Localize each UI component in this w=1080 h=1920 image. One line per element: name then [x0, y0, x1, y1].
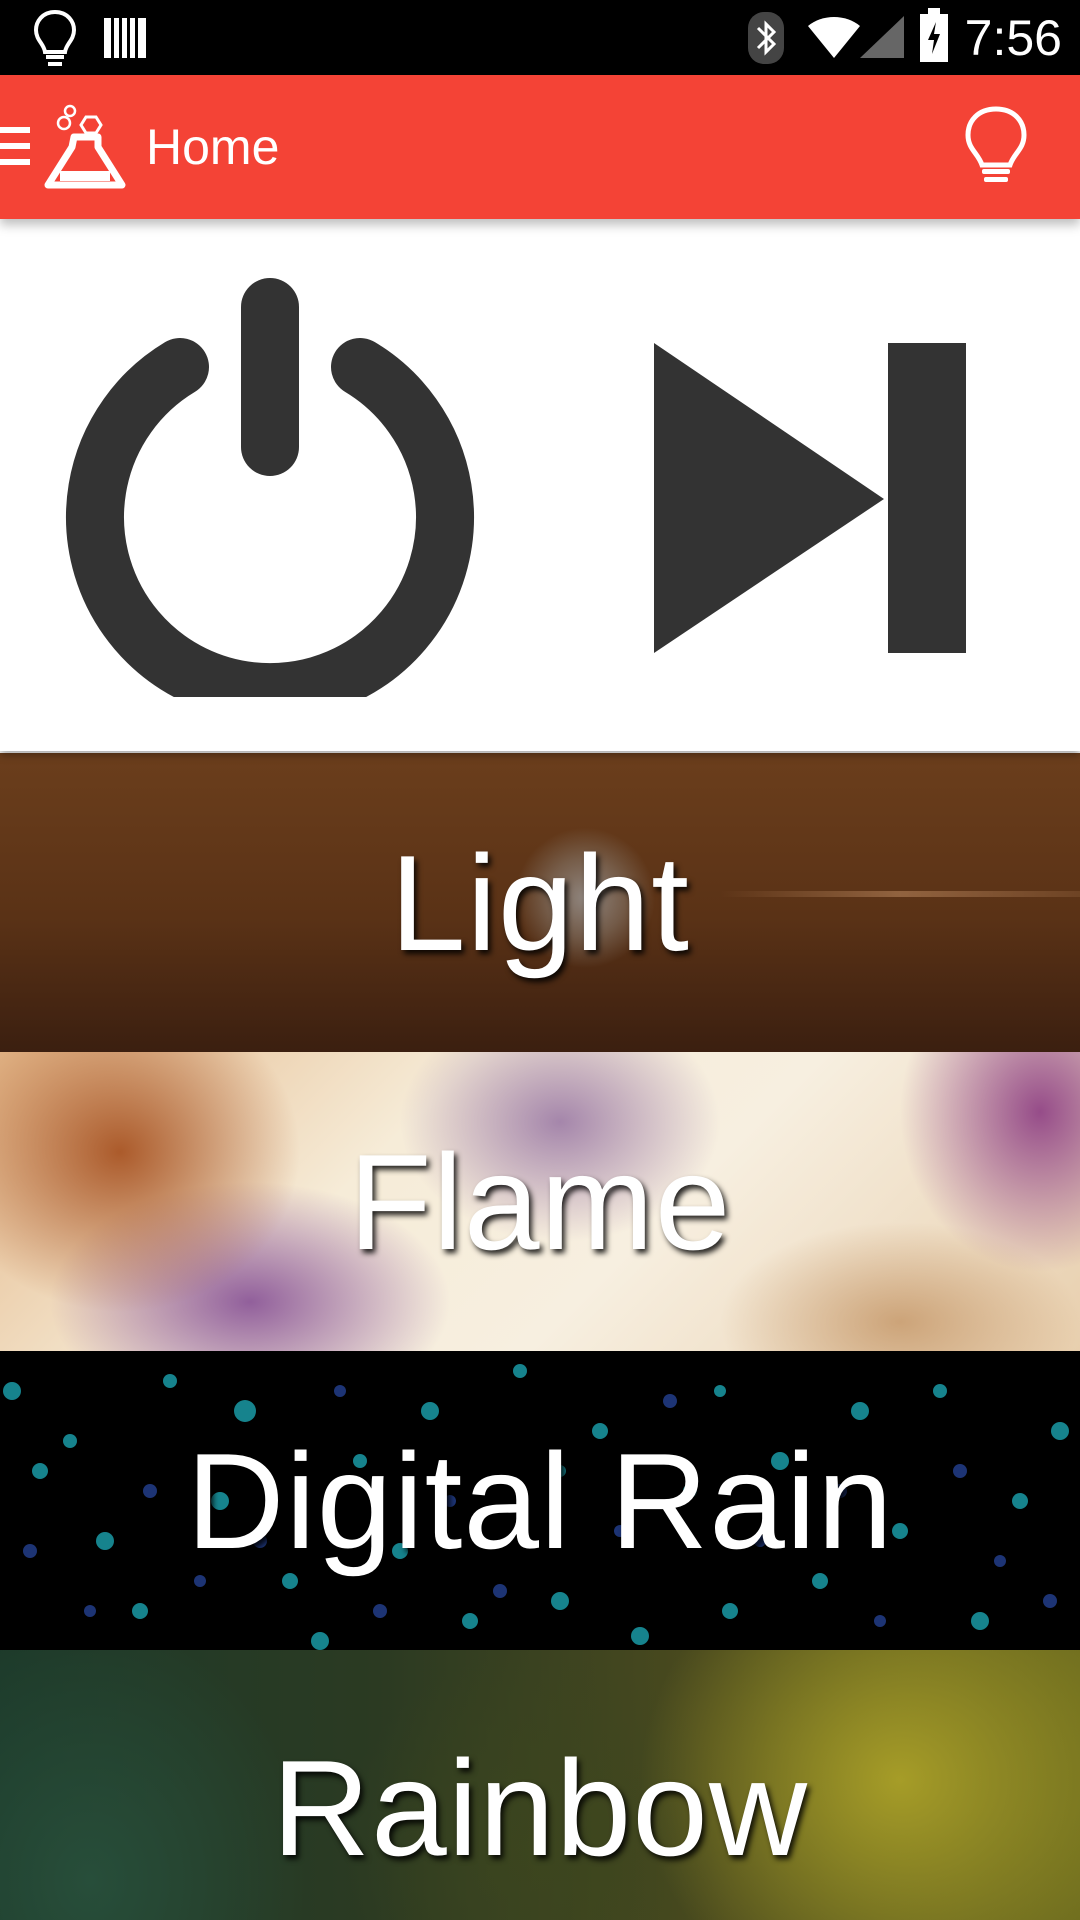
battery-icon [920, 8, 948, 62]
mode-label: Rainbow [271, 1732, 809, 1884]
status-bar: 7:56 [0, 0, 1080, 75]
mode-tile-digital-rain[interactable]: Digital Rain [0, 1351, 1080, 1650]
skip-next-icon[interactable] [650, 339, 970, 659]
power-icon[interactable] [60, 277, 480, 697]
app-bar: Home [0, 75, 1080, 219]
page-title: Home [146, 119, 280, 175]
wifi-icon [808, 17, 860, 58]
signal-icon [860, 16, 904, 58]
mode-tile-flame[interactable]: Flame [0, 1052, 1080, 1351]
barcode-icon [104, 18, 146, 58]
menu-icon[interactable] [0, 115, 34, 179]
status-time: 7:56 [964, 10, 1062, 66]
mode-tile-light[interactable]: Light [0, 753, 1080, 1052]
mode-label: Digital Rain [186, 1424, 894, 1577]
mode-label: Light [390, 826, 690, 979]
bluetooth-icon [748, 12, 784, 64]
mode-label: Flame [348, 1125, 732, 1278]
mode-tile-rainbow[interactable]: Rainbow [0, 1650, 1080, 1920]
app-logo-icon[interactable] [40, 103, 130, 195]
lightbulb-outline-icon[interactable] [960, 105, 1032, 189]
playback-controls [0, 219, 1080, 751]
lightbulb-icon [33, 9, 77, 66]
